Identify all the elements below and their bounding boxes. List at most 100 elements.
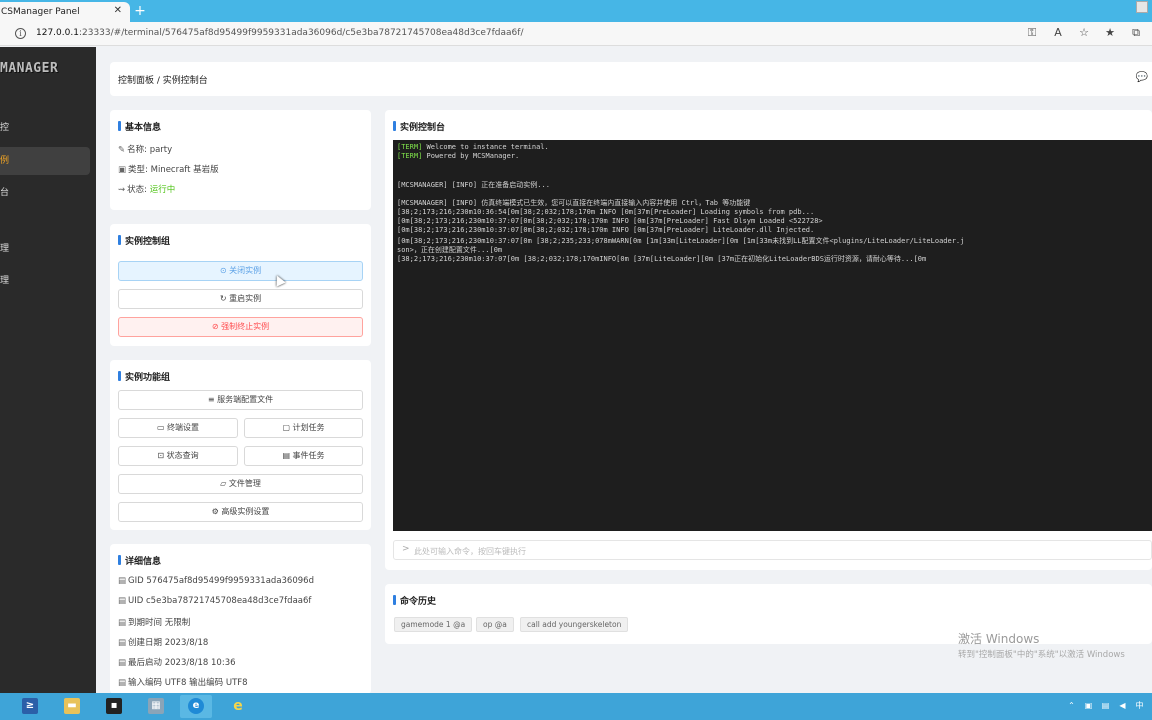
uid-row: ▤ UID c5e3ba78721745708ea48d3ce7fdaa6f: [118, 596, 312, 606]
function-group-card: 实例功能组 ≡ 服务端配置文件 ▭ 终端设置 ▢ 计划任务 ⊡ 状态查询 ▤ 事…: [110, 360, 371, 530]
address-bar[interactable]: i 127.0.0.1:23333/#/terminal/576475af8d9…: [0, 22, 1152, 46]
sidebar-item-console[interactable]: 台: [0, 179, 90, 207]
breadcrumb: 控制面板 / 实例控制台: [118, 76, 208, 86]
card-title: 实例功能组: [118, 370, 170, 383]
terminal-line: [TERM] Welcome to instance terminal.: [397, 143, 549, 151]
sidebar-item-label: 台: [0, 188, 10, 198]
kill-instance-button[interactable]: ⊘ 强制终止实例: [118, 317, 363, 337]
document-icon: ▤: [118, 576, 127, 586]
command-input[interactable]: > 此处可输入命令，按回车键执行: [393, 540, 1152, 560]
event-tasks-button[interactable]: ▤ 事件任务: [244, 446, 363, 466]
card-title: 实例控制台: [393, 120, 445, 133]
url-text[interactable]: 127.0.0.1:23333/#/terminal/576475af8d954…: [36, 28, 523, 38]
card-title: 命令历史: [393, 594, 436, 607]
sidebar-item-monitor[interactable]: 控: [0, 114, 90, 142]
close-icon[interactable]: ✕: [114, 5, 122, 16]
scheduled-tasks-button[interactable]: ▢ 计划任务: [244, 418, 363, 438]
document-icon: ▤: [118, 678, 127, 688]
details-card: 详细信息 ▤ GID 576475af8d95499f9959331ada3609…: [110, 544, 371, 694]
edit-icon: ✎: [118, 145, 126, 155]
activation-watermark-text: 转到"控制面板"中的"系统"以激活 Windows: [958, 650, 1125, 660]
document-icon: ▤: [282, 451, 290, 460]
reload-icon: ↻: [219, 294, 227, 303]
instance-type: Minecraft 基岩版: [150, 165, 219, 175]
chat-icon[interactable]: 💬: [1136, 72, 1148, 83]
terminal-line: [TERM] Powered by MCSManager.: [397, 152, 520, 160]
taskbar: ≥ ▬ ▪ ▦ e e ⌃ ▣ ▤ ◀ 中: [0, 693, 1152, 720]
terminal-output[interactable]: [TERM] Welcome to instance terminal. [TE…: [393, 140, 1152, 531]
favorites-icon[interactable]: ★: [1104, 27, 1116, 39]
sidebar-item-label: 控: [0, 123, 10, 133]
terminal-icon: ▪: [106, 698, 122, 714]
sidebar-item-manage-2[interactable]: 理: [0, 267, 90, 295]
ime-icon[interactable]: 中: [1135, 701, 1144, 711]
calendar-icon: ▢: [282, 423, 290, 432]
system-tray: ⌃ ▣ ▤ ◀ 中: [1067, 701, 1144, 711]
stop-icon: ⊘: [211, 322, 219, 331]
instance-name: party: [149, 145, 173, 155]
terminal-line: [38;2;173;216;230m10:37:07[0m [38;2;032;…: [397, 255, 927, 263]
key-icon[interactable]: ⚿: [1026, 27, 1038, 39]
terminal-line: [0m[38;2;173;216;230m10:37:07[0m[38;2;03…: [397, 226, 815, 234]
stop-instance-button[interactable]: ⊙ 关闭实例: [118, 261, 363, 281]
control-group-card: 实例控制组 ⊙ 关闭实例 ↻ 重启实例 ⊘ 强制终止实例: [110, 224, 371, 346]
browser-tab-bar: CSManager Panel ✕ +: [0, 0, 1152, 22]
sliders-icon: ≡: [207, 395, 215, 404]
read-aloud-icon[interactable]: A: [1052, 27, 1064, 39]
taskbar-powershell[interactable]: ≥: [14, 695, 46, 718]
advanced-settings-button[interactable]: ⚙ 高级实例设置: [118, 502, 363, 522]
document-icon: ▤: [118, 596, 127, 606]
instance-type-row: ▣ 类型: Minecraft 基岩版: [118, 165, 219, 175]
status-badge: 运行中: [149, 185, 176, 195]
collections-icon[interactable]: ⧉: [1130, 27, 1142, 39]
volume-icon[interactable]: ◀: [1118, 701, 1127, 711]
new-tab-icon[interactable]: +: [133, 2, 147, 20]
history-item[interactable]: call add youngerskeleton: [520, 617, 629, 632]
tray-icon[interactable]: ▣: [1084, 701, 1093, 711]
terminal-line: [0m[38;2;173;216;230m10:37:07[0m[38;2;03…: [397, 217, 823, 225]
server-config-button[interactable]: ≡ 服务端配置文件: [118, 390, 363, 410]
expire-row: ▤ 到期时间 无限制: [118, 618, 191, 628]
basic-info-card: 基本信息 ✎ 名称: party ▣ 类型: Minecraft 基岩版 ⇝ 状态: …: [110, 110, 371, 210]
calendar-icon: ▤: [118, 658, 127, 668]
file-manager-button[interactable]: ▱ 文件管理: [118, 474, 363, 494]
window-control-icon[interactable]: [1136, 1, 1148, 13]
server-icon: ▦: [148, 698, 164, 714]
created-row: ▤ 创建日期 2023/8/18: [118, 638, 209, 648]
gid-row: ▤ GID 576475af8d95499f9959331ada36096d: [118, 576, 314, 586]
terminal-line: [MCSMANAGER] [INFO] 正在准备启动实例...: [397, 181, 550, 189]
terminal-settings-button[interactable]: ▭ 终端设置: [118, 418, 238, 438]
cart-icon: ⊡: [157, 451, 165, 460]
history-item[interactable]: op @a: [476, 617, 514, 632]
instance-name-row: ✎ 名称: party: [118, 145, 173, 155]
taskbar-ie[interactable]: e: [222, 695, 254, 718]
card-title: 实例控制组: [118, 234, 170, 247]
taskbar-edge[interactable]: e: [180, 695, 212, 718]
taskbar-explorer[interactable]: ▬: [56, 695, 88, 718]
type-icon: ▣: [118, 165, 127, 175]
folder-icon: ▬: [64, 698, 80, 714]
page-header: 控制面板 / 实例控制台 💬: [110, 62, 1152, 96]
edge-icon: e: [188, 698, 204, 714]
gear-icon: ⚙: [211, 507, 219, 516]
sidebar-item-label: 理: [0, 276, 10, 286]
powershell-icon: ≥: [22, 698, 38, 714]
sidebar-item-instances[interactable]: 例: [0, 147, 90, 175]
taskbar-terminal[interactable]: ▪: [98, 695, 130, 718]
app-logo: MANAGER: [0, 61, 59, 76]
browser-tab[interactable]: CSManager Panel ✕: [0, 2, 130, 22]
sidebar-item-manage[interactable]: 理: [0, 235, 90, 263]
activation-watermark-title: 激活 Windows: [958, 632, 1040, 646]
restart-instance-button[interactable]: ↻ 重启实例: [118, 289, 363, 309]
command-placeholder: 此处可输入命令，按回车键执行: [414, 547, 526, 556]
terminal-line: [38;2;173;216;230m10:36:54[0m[38;2;032;1…: [397, 208, 815, 216]
network-icon[interactable]: ▤: [1101, 701, 1110, 711]
internet-explorer-icon: e: [230, 698, 246, 714]
sidebar: MANAGER 控 例 台 理 理: [0, 47, 96, 693]
history-item[interactable]: gamemode 1 @a: [394, 617, 473, 632]
chevron-up-icon[interactable]: ⌃: [1067, 701, 1076, 711]
status-query-button[interactable]: ⊡ 状态查询: [118, 446, 238, 466]
info-icon[interactable]: i: [15, 28, 26, 39]
taskbar-server-manager[interactable]: ▦: [140, 695, 172, 718]
favorite-add-icon[interactable]: ☆: [1078, 27, 1090, 39]
